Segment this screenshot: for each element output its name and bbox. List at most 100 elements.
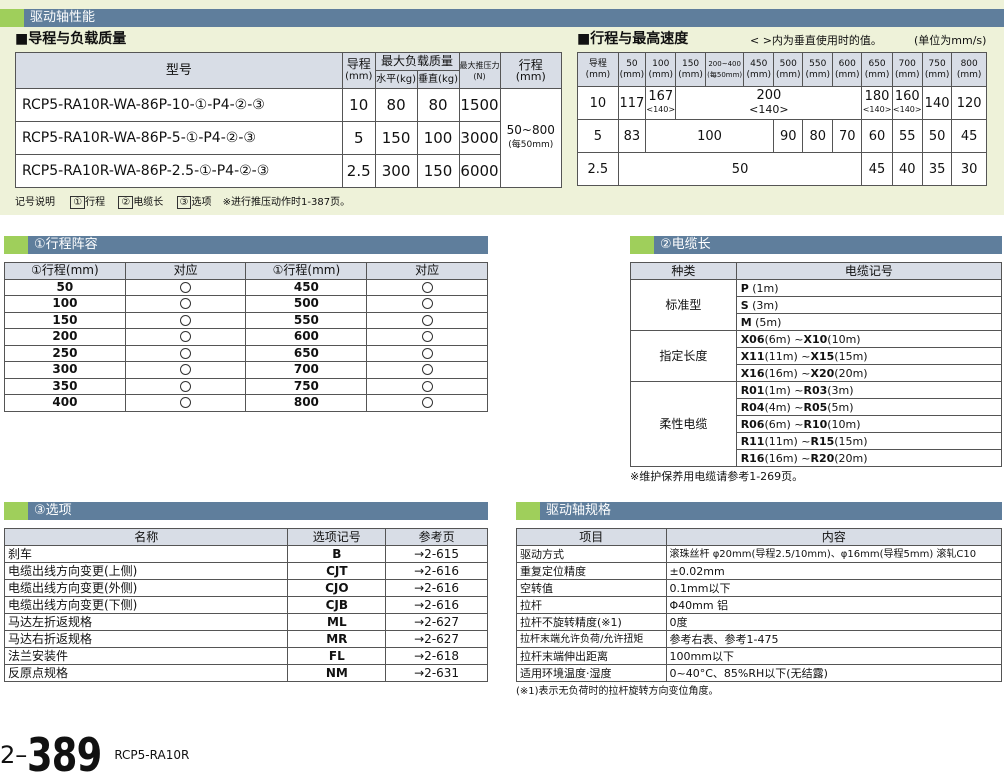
circle-icon xyxy=(180,347,192,359)
stroke-value: 50 xyxy=(4,278,126,296)
cable-code: R11(11m) ~R15(15m) xyxy=(735,432,1003,450)
speed-head-stroke: 650 (mm) xyxy=(861,52,893,87)
cable-code: X06(6m) ~X10(10m) xyxy=(735,330,1003,348)
table-row: 200 600 xyxy=(4,328,488,346)
thrust-value: 1500 xyxy=(458,88,501,122)
stroke-head-unit: (mm) xyxy=(805,69,830,80)
length: (1m) xyxy=(752,281,779,295)
stroke-list-table: ①行程(mm) 对应 ①行程(mm) 对应 50 450 100 500 150 55… xyxy=(4,262,488,412)
speed-row: 5 83 100 90 80 70 60 55 50 45 xyxy=(577,119,987,153)
stroke-step: (每50mm) xyxy=(508,140,554,150)
length: (16m) ~ xyxy=(764,366,811,380)
speed-head-stroke: 800 (mm) xyxy=(951,52,987,87)
length: (15m) xyxy=(834,349,868,363)
table-row: 电缆出线方向变更(外侧) CJO →2-616 xyxy=(3,579,488,597)
support-mark xyxy=(366,361,488,379)
code: R20 xyxy=(810,451,835,465)
thrust-value: 3000 xyxy=(458,121,501,155)
support-mark xyxy=(124,394,247,412)
table-header-row: ①行程(mm) 对应 ①行程(mm) 对应 xyxy=(4,262,488,280)
speed-vertical-value: <140> xyxy=(646,105,676,114)
cable-code: R16(16m) ~R20(20m) xyxy=(735,449,1003,467)
model-name: RCP5-RA10R-WA-86P-2.5-①-P4-②-③ xyxy=(15,154,343,188)
speed-value: 180 xyxy=(864,89,890,104)
speed-head-stroke: 200~400 (每50mm) xyxy=(704,52,745,87)
col-cable-code: 电缆记号 xyxy=(735,262,1003,280)
code: X16 xyxy=(740,366,765,380)
table-header-row: 种类 电缆记号 xyxy=(630,262,1003,280)
col-thrust-unit: (N) xyxy=(473,71,486,81)
page-footer: 2–389 RCP5-RA10R xyxy=(0,730,189,780)
option-name: 电缆出线方向变更(上侧) xyxy=(3,562,289,580)
option-name: 电缆出线方向变更(外侧) xyxy=(3,579,289,597)
cable-code: R06(6m) ~R10(10m) xyxy=(735,415,1003,433)
table-row: 驱动方式 滚珠丝杆 φ20mm(导程2.5/10mm)、φ16mm(导程5mm) … xyxy=(516,545,1003,563)
speed-head-lead-label: 导程 xyxy=(588,58,607,69)
length: (5m) xyxy=(827,400,854,414)
stroke-value: 450 xyxy=(245,278,368,296)
table-header-row: 名称 选项记号 参考页 xyxy=(3,528,488,546)
speed-value: 50 xyxy=(617,152,863,186)
length: (20m) xyxy=(834,366,868,380)
speed-value: 35 xyxy=(921,152,953,186)
option-name: 法兰安装件 xyxy=(3,647,289,665)
table-row: 250 650 xyxy=(4,344,488,362)
speed-head-lead-unit: (mm) xyxy=(585,69,611,80)
support-mark xyxy=(124,377,247,395)
spec-item: 拉杆 xyxy=(516,596,667,614)
table-row: 100 500 xyxy=(4,295,488,313)
stroke-head: 750 xyxy=(928,58,946,69)
table-row: 拉杆末端伸出距离 100mm以下 xyxy=(516,647,1003,665)
table-row: 马达右折返规格 MR →2-627 xyxy=(3,630,488,648)
length: (3m) xyxy=(752,298,779,312)
col-stroke: ①行程(mm) xyxy=(4,262,126,280)
code: R10 xyxy=(803,417,828,431)
spec-title: 驱动轴规格 xyxy=(546,503,612,518)
stroke-head: 100 xyxy=(652,58,670,69)
stroke-head-unit: (mm) xyxy=(834,69,860,80)
code: R11 xyxy=(740,434,765,448)
code: R03 xyxy=(803,383,828,397)
code: R01 xyxy=(740,383,765,397)
legend-box-3: ③ xyxy=(176,196,192,209)
cable-code: X16(16m) ~X20(20m) xyxy=(735,364,1003,382)
speed-vertical-value: <140> xyxy=(892,105,922,114)
cable-type: 指定长度 xyxy=(630,330,737,382)
table-row: 重复定位精度 ±0.02mm xyxy=(516,562,1003,580)
code: R05 xyxy=(803,400,828,414)
horiz-value: 300 xyxy=(374,154,418,188)
support-mark xyxy=(366,344,488,362)
code: X20 xyxy=(810,366,835,380)
length: (10m) xyxy=(827,332,861,346)
stroke-head: 700 xyxy=(898,58,916,69)
stroke-head-unit: (mm) xyxy=(746,69,771,80)
speed-value: 117 xyxy=(617,86,647,120)
cable-table: 种类 电缆记号 标准型 P (1m) S (3m) M (5m) 指定长度 X06(… xyxy=(630,262,1003,467)
col-thrust-label: 最大推压力 xyxy=(459,60,500,70)
support-mark xyxy=(124,361,247,379)
cable-code: R04(4m) ~R05(5m) xyxy=(735,398,1003,416)
support-mark xyxy=(366,377,488,395)
speed-head-stroke: 450 (mm) xyxy=(743,52,774,87)
table-row: 标准型 P (1m) xyxy=(630,279,1003,331)
options-table: 名称 选项记号 参考页 刹车 B →2-615 电缆出线方向变更(上侧) CJT →2-61… xyxy=(3,528,488,682)
stroke-head-unit: (mm) xyxy=(924,69,950,80)
spec-item: 驱动方式 xyxy=(516,545,667,563)
spec-header: 驱动轴规格 xyxy=(516,502,1002,520)
table-row: 空转值 0.1mm以下 xyxy=(516,579,1003,597)
table-row: 刹车 B →2-615 xyxy=(3,545,488,563)
spec-item: 重复定位精度 xyxy=(516,562,667,580)
col-model: 型号 xyxy=(15,52,343,89)
speed-lead: 2.5 xyxy=(577,152,619,186)
vert-value: 80 xyxy=(416,88,460,122)
lead-load-title: ■导程与负载质量 xyxy=(15,31,127,47)
speed-head-stroke: 150 (mm) xyxy=(675,52,706,87)
circle-icon xyxy=(421,380,433,392)
option-ref: →2-631 xyxy=(385,664,488,682)
code: X10 xyxy=(803,332,828,346)
circle-icon xyxy=(421,331,433,343)
col-option-code: 选项记号 xyxy=(287,528,387,546)
length: (6m) ~ xyxy=(764,417,804,431)
circle-icon xyxy=(180,380,192,392)
legend-box-1: ① xyxy=(70,196,86,209)
